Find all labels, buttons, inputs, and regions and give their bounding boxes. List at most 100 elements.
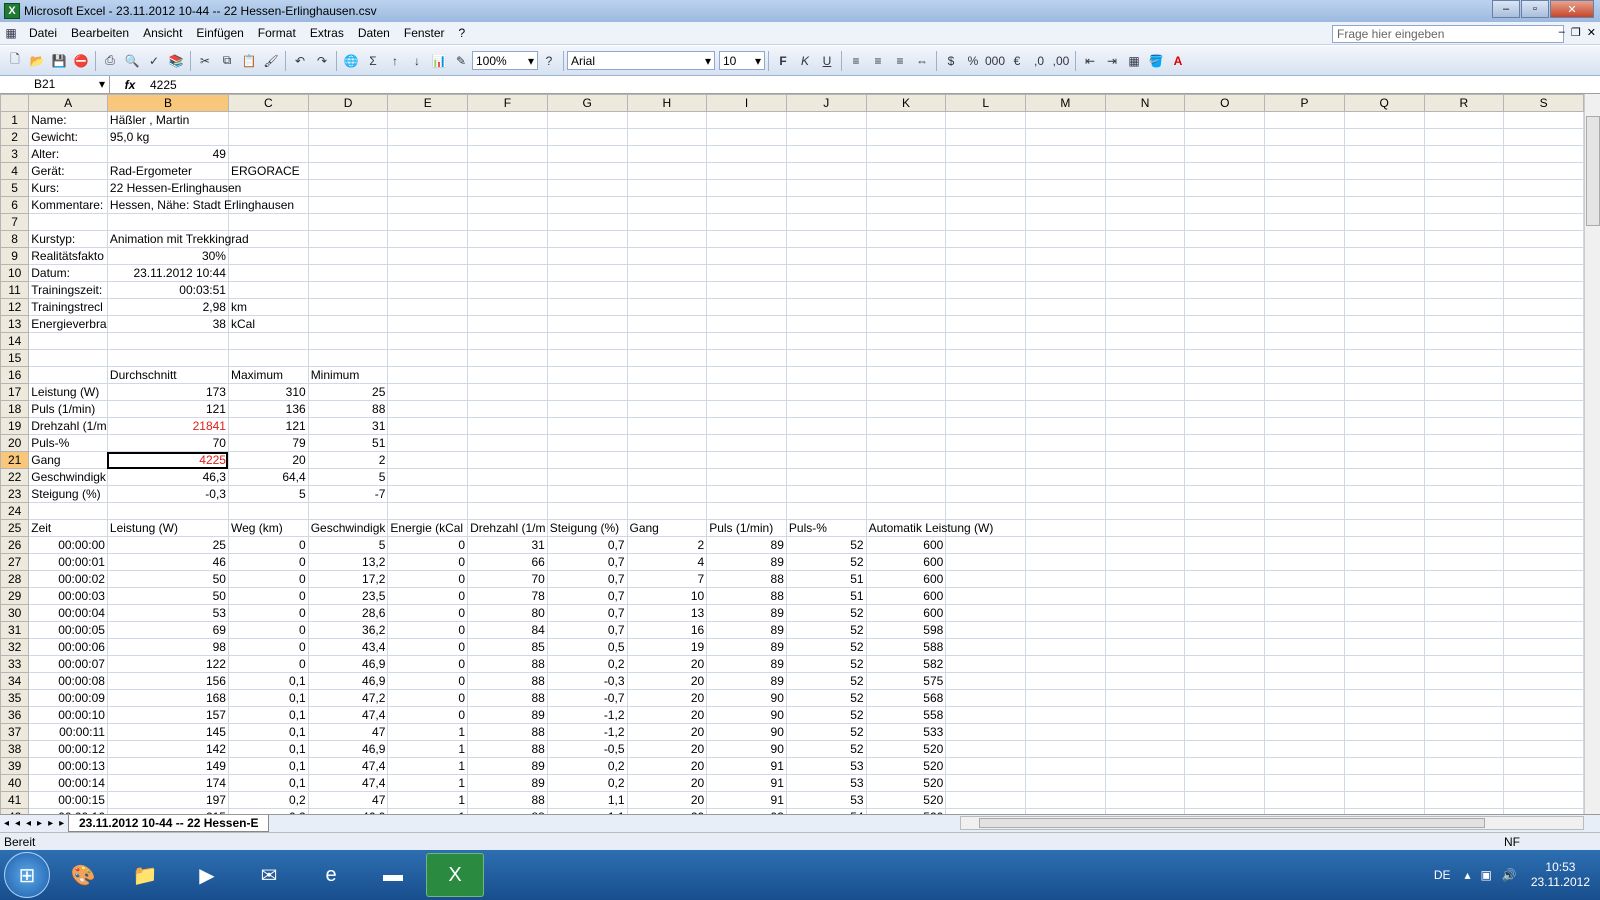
cell-r34[interactable] bbox=[1423, 672, 1505, 690]
cell-m31[interactable] bbox=[1025, 621, 1106, 639]
cell-e28[interactable]: 0 bbox=[387, 570, 469, 588]
cell-a26[interactable]: 00:00:00 bbox=[28, 536, 108, 554]
cell-s38[interactable] bbox=[1503, 740, 1584, 758]
cell-f10[interactable] bbox=[467, 264, 548, 282]
cell-m40[interactable] bbox=[1025, 774, 1106, 792]
cell-h25[interactable]: Gang bbox=[626, 519, 708, 537]
cell-h20[interactable] bbox=[626, 434, 708, 452]
formula-input[interactable]: 4225 bbox=[150, 78, 177, 92]
cell-k1[interactable] bbox=[865, 111, 947, 129]
maximize-button[interactable]: ▫ bbox=[1521, 0, 1549, 18]
cell-a15[interactable] bbox=[28, 349, 108, 367]
row-header[interactable]: 40 bbox=[0, 774, 30, 792]
cell-g18[interactable] bbox=[546, 400, 628, 418]
cell-p11[interactable] bbox=[1264, 281, 1345, 299]
cell-e31[interactable]: 0 bbox=[387, 621, 469, 639]
cell-o3[interactable] bbox=[1184, 145, 1266, 163]
cell-o27[interactable] bbox=[1184, 553, 1266, 571]
cell-s25[interactable] bbox=[1503, 519, 1584, 537]
column-header-l[interactable]: L bbox=[945, 94, 1027, 112]
cell-n1[interactable] bbox=[1104, 111, 1186, 129]
align-center-icon[interactable]: ≡ bbox=[868, 51, 888, 71]
cell-f24[interactable] bbox=[467, 502, 548, 520]
cell-q28[interactable] bbox=[1343, 570, 1425, 588]
cell-k39[interactable]: 520 bbox=[865, 757, 947, 775]
cell-n16[interactable] bbox=[1104, 366, 1186, 384]
cell-k18[interactable] bbox=[865, 400, 947, 418]
cell-j18[interactable] bbox=[785, 400, 867, 418]
cell-k20[interactable] bbox=[865, 434, 947, 452]
cell-i8[interactable] bbox=[706, 230, 787, 248]
cell-h2[interactable] bbox=[626, 128, 708, 146]
cell-d33[interactable]: 46,9 bbox=[307, 655, 389, 673]
cell-p25[interactable] bbox=[1264, 519, 1345, 537]
cell-f1[interactable] bbox=[467, 111, 548, 129]
cell-m39[interactable] bbox=[1025, 757, 1106, 775]
cell-g25[interactable]: Steigung (%) bbox=[546, 519, 628, 537]
cell-g32[interactable]: 0,5 bbox=[546, 638, 628, 656]
cell-l7[interactable] bbox=[945, 213, 1027, 231]
cell-r14[interactable] bbox=[1423, 332, 1505, 350]
cell-e15[interactable] bbox=[387, 349, 469, 367]
cell-i27[interactable]: 89 bbox=[706, 553, 787, 571]
cell-q32[interactable] bbox=[1343, 638, 1425, 656]
cell-o39[interactable] bbox=[1184, 757, 1266, 775]
cell-p16[interactable] bbox=[1264, 366, 1345, 384]
cell-k5[interactable] bbox=[865, 179, 947, 197]
menu-daten[interactable]: Daten bbox=[351, 26, 397, 40]
cell-j40[interactable]: 53 bbox=[785, 774, 867, 792]
cell-d8[interactable] bbox=[307, 230, 389, 248]
cell-p26[interactable] bbox=[1264, 536, 1345, 554]
cell-m3[interactable] bbox=[1025, 145, 1106, 163]
cell-n30[interactable] bbox=[1104, 604, 1186, 622]
cell-q34[interactable] bbox=[1343, 672, 1425, 690]
cell-n35[interactable] bbox=[1104, 689, 1186, 707]
column-header-h[interactable]: H bbox=[626, 94, 708, 112]
column-header-e[interactable]: E bbox=[387, 94, 469, 112]
row-header[interactable]: 34 bbox=[0, 672, 30, 690]
cell-h10[interactable] bbox=[626, 264, 708, 282]
cell-f27[interactable]: 66 bbox=[467, 553, 548, 571]
cell-a21[interactable]: Gang bbox=[28, 451, 108, 469]
cell-h40[interactable]: 20 bbox=[626, 774, 708, 792]
cell-c20[interactable]: 79 bbox=[227, 434, 309, 452]
cell-n29[interactable] bbox=[1104, 587, 1186, 605]
cell-p36[interactable] bbox=[1264, 706, 1345, 724]
cell-b26[interactable]: 25 bbox=[106, 536, 229, 554]
cell-q35[interactable] bbox=[1343, 689, 1425, 707]
cell-m14[interactable] bbox=[1025, 332, 1106, 350]
cell-j29[interactable]: 51 bbox=[785, 587, 867, 605]
cell-e2[interactable] bbox=[387, 128, 469, 146]
cell-p31[interactable] bbox=[1264, 621, 1345, 639]
cell-l28[interactable] bbox=[945, 570, 1027, 588]
cell-o33[interactable] bbox=[1184, 655, 1266, 673]
cell-i2[interactable] bbox=[706, 128, 787, 146]
cell-b32[interactable]: 98 bbox=[106, 638, 229, 656]
cell-h12[interactable] bbox=[626, 298, 708, 316]
cell-m5[interactable] bbox=[1025, 179, 1106, 197]
cell-b31[interactable]: 69 bbox=[106, 621, 229, 639]
menu-format[interactable]: Format bbox=[251, 26, 303, 40]
cell-l6[interactable] bbox=[945, 196, 1027, 214]
cell-k22[interactable] bbox=[865, 468, 947, 486]
cell-i25[interactable]: Puls (1/min) bbox=[706, 519, 787, 537]
cell-m17[interactable] bbox=[1025, 383, 1106, 401]
column-header-f[interactable]: F bbox=[467, 94, 548, 112]
cell-n26[interactable] bbox=[1104, 536, 1186, 554]
cell-f20[interactable] bbox=[467, 434, 548, 452]
align-right-icon[interactable]: ≡ bbox=[890, 51, 910, 71]
cell-l11[interactable] bbox=[945, 281, 1027, 299]
redo-icon[interactable]: ↷ bbox=[312, 51, 332, 71]
cell-p32[interactable] bbox=[1264, 638, 1345, 656]
cell-h35[interactable]: 20 bbox=[626, 689, 708, 707]
cell-r21[interactable] bbox=[1423, 451, 1505, 469]
cell-j10[interactable] bbox=[785, 264, 867, 282]
cell-c24[interactable] bbox=[227, 502, 309, 520]
cell-e39[interactable]: 1 bbox=[387, 757, 469, 775]
cell-j19[interactable] bbox=[785, 417, 867, 435]
cell-q41[interactable] bbox=[1343, 791, 1425, 809]
cell-i20[interactable] bbox=[706, 434, 787, 452]
cell-q10[interactable] bbox=[1343, 264, 1425, 282]
cell-g16[interactable] bbox=[546, 366, 628, 384]
cell-l27[interactable] bbox=[945, 553, 1027, 571]
